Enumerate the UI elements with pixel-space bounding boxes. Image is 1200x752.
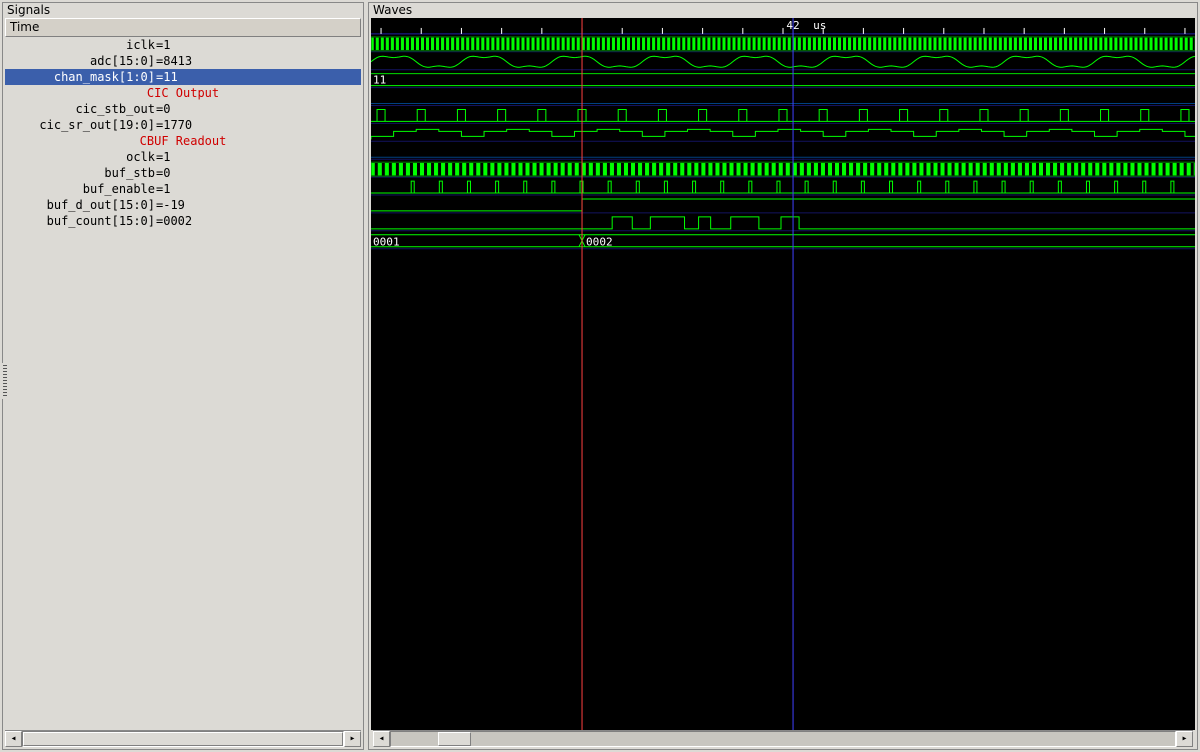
signal-row[interactable]: cic_sr_out[19:0] =1770	[5, 117, 361, 133]
signal-section-header[interactable]: CBUF Readout	[5, 133, 361, 149]
signal-name: iclk	[7, 37, 156, 53]
signal-name: buf_count[15:0]	[7, 213, 156, 229]
scroll-left-icon[interactable]: ◂	[373, 731, 390, 747]
scroll-track[interactable]	[22, 731, 344, 747]
equals-sign: =	[156, 101, 163, 117]
signal-name: adc[15:0]	[7, 53, 156, 69]
signal-name: buf_stb	[7, 165, 156, 181]
signal-row[interactable]: buf_count[15:0] =0002	[5, 213, 361, 229]
signal-value: 8413	[163, 53, 359, 69]
scroll-left-icon[interactable]: ◂	[5, 731, 22, 747]
signal-row[interactable]: iclk =1	[5, 37, 361, 53]
scroll-track[interactable]	[390, 731, 1176, 747]
equals-sign: =	[156, 37, 163, 53]
signal-value: 11	[163, 69, 359, 85]
signal-row[interactable]: chan_mask[1:0] =11	[5, 69, 361, 85]
svg-text:0001: 0001	[373, 236, 400, 249]
signal-row[interactable]: oclk =1	[5, 149, 361, 165]
signal-name: cic_sr_out[19:0]	[7, 117, 156, 133]
signal-list[interactable]: iclk =1adc[15:0] =8413chan_mask[1:0] =11…	[5, 37, 361, 730]
signal-name: chan_mask[1:0]	[7, 69, 156, 85]
equals-sign: =	[156, 181, 163, 197]
equals-sign: =	[156, 197, 163, 213]
scroll-right-icon[interactable]: ▸	[1176, 731, 1193, 747]
signal-value: 0	[163, 165, 359, 181]
signal-row[interactable]: buf_stb =0	[5, 165, 361, 181]
signal-value: 1770	[163, 117, 359, 133]
equals-sign: =	[156, 149, 163, 165]
signal-value: 0	[163, 101, 359, 117]
equals-sign: =	[156, 53, 163, 69]
equals-sign: =	[156, 213, 163, 229]
signal-name: buf_d_out[15:0]	[7, 197, 156, 213]
signal-value: 1	[163, 181, 359, 197]
waves-pane: Waves 42us1100010002 ◂ ▸	[368, 2, 1198, 750]
wave-svg[interactable]: 42us1100010002	[371, 18, 1195, 730]
signal-section-header[interactable]: CIC Output	[5, 85, 361, 101]
scroll-thumb[interactable]	[438, 732, 471, 746]
signal-name: cic_stb_out	[7, 101, 156, 117]
scroll-thumb[interactable]	[23, 732, 343, 746]
svg-text:11: 11	[373, 74, 386, 87]
signal-name: buf_enable	[7, 181, 156, 197]
waves-title: Waves	[369, 3, 1197, 18]
time-column-header[interactable]: Time	[5, 18, 361, 37]
signal-value: 1	[163, 37, 359, 53]
equals-sign: =	[156, 117, 163, 133]
wave-body: 42us1100010002 ◂ ▸	[371, 18, 1195, 749]
wave-canvas[interactable]: 42us1100010002	[371, 18, 1195, 730]
signals-title: Signals	[3, 3, 363, 18]
scroll-right-icon[interactable]: ▸	[344, 731, 361, 747]
signals-hscrollbar[interactable]: ◂ ▸	[5, 730, 361, 747]
signal-row[interactable]: adc[15:0] =8413	[5, 53, 361, 69]
signals-pane: Signals Time iclk =1adc[15:0] =8413chan_…	[2, 2, 364, 750]
waves-hscrollbar[interactable]: ◂ ▸	[373, 730, 1193, 747]
signal-value: 1	[163, 149, 359, 165]
equals-sign: =	[156, 165, 163, 181]
signal-name: oclk	[7, 149, 156, 165]
signal-value: -19	[163, 197, 359, 213]
equals-sign: =	[156, 69, 163, 85]
svg-text:0002: 0002	[586, 236, 613, 249]
signal-row[interactable]: cic_stb_out =0	[5, 101, 361, 117]
svg-text:us: us	[813, 19, 826, 32]
splitter-handle-icon[interactable]	[2, 363, 8, 399]
signal-row[interactable]: buf_d_out[15:0] =-19	[5, 197, 361, 213]
app-root: Signals Time iclk =1adc[15:0] =8413chan_…	[0, 0, 1200, 752]
signal-value: 0002	[163, 213, 359, 229]
signal-row[interactable]: buf_enable =1	[5, 181, 361, 197]
